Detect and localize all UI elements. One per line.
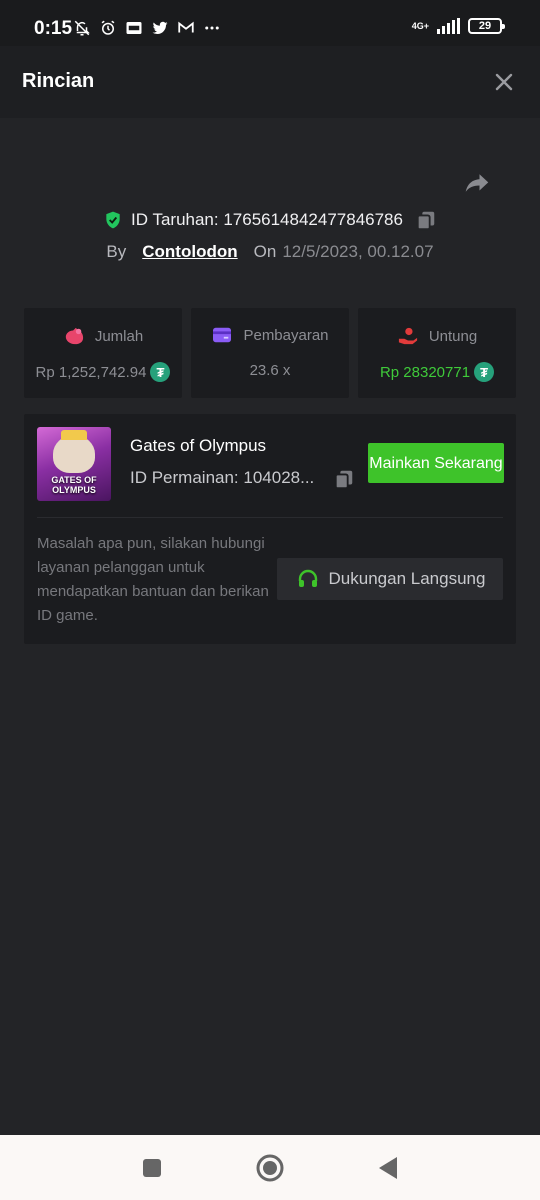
circle-home-icon [256,1154,284,1182]
mail-m-icon [176,18,196,38]
stat-payout-label: Pembayaran [243,326,329,344]
stat-amount-value: Rp 1,252,742.94 [35,363,147,381]
stat-profit-label: Untung [428,327,478,345]
status-bar: 0:15 4G+ 29 [0,0,540,46]
bet-id-label: ID Taruhan: 1765614842477846786 [131,210,403,229]
shield-check-icon [106,211,120,229]
card-icon [213,327,232,343]
status-notifications [72,18,222,38]
copy-bet-id-button[interactable] [415,209,437,231]
back-button[interactable] [373,1153,403,1183]
copy-game-id-button[interactable] [333,468,355,490]
live-support-label: Dukungan Langsung [328,569,486,588]
copy-icon [416,211,435,231]
game-card: GATES OF OLYMPUS Gates of Olympus ID Per… [24,414,516,644]
close-icon [495,73,513,91]
copy-icon [334,470,353,490]
stat-amount: Jumlah Rp 1,252,742.94 ₮ [24,308,182,398]
tether-coin-icon: ₮ [474,362,495,382]
bet-id-row: ID Taruhan: 1765614842477846786 [0,206,540,234]
battery-level: 29 [478,20,492,32]
headset-icon [298,569,317,587]
stat-payout: Pembayaran 23.6 x [191,308,349,398]
game-name: Gates of Olympus [130,436,267,455]
live-support-button[interactable]: Dukungan Langsung [277,558,503,600]
stat-profit: Untung Rp 28320771 ₮ [358,308,516,398]
mute-bell-icon [72,18,92,38]
stat-profit-value: Rp 28320771 [379,363,471,381]
by-label: By [106,242,127,261]
help-text: Masalah apa pun, silakan hubungi layanan… [37,535,269,624]
bet-meta-row: By Contolodon On 12/5/2023, 00.12.07 [0,240,540,264]
share-button[interactable] [462,168,492,198]
status-time: 0:15 [34,18,73,39]
stat-amount-label: Jumlah [94,327,144,345]
bet-date: 12/5/2023, 00.12.07 [282,242,434,261]
on-label: On [253,242,277,261]
home-button[interactable] [255,1153,285,1183]
battery-icon: 29 [468,18,505,34]
thumb-crown [61,430,87,440]
thumb-logo-text: GATES OF OLYMPUS [51,475,97,495]
square-recents-icon [143,1159,161,1177]
triangle-back-icon [379,1157,397,1179]
recents-button[interactable] [137,1153,167,1183]
game-id: ID Permainan: 104028... [130,468,315,487]
system-nav-bar [0,1135,540,1200]
signal-icon [437,18,460,34]
stat-payout-value: 23.6 x [249,362,291,379]
username-link[interactable]: Contolodon [142,242,237,262]
share-icon [465,174,489,192]
app-badge-icon [124,18,144,38]
twitter-icon [150,18,170,38]
divider [37,517,503,518]
close-button[interactable] [492,70,516,94]
play-now-button[interactable]: Mainkan Sekarang [368,443,504,483]
alarm-icon [98,18,118,38]
tether-coin-icon: ₮ [150,362,171,382]
thumb-figure [53,435,95,473]
more-dots-icon [202,18,222,38]
game-thumbnail[interactable]: GATES OF OLYMPUS [37,427,111,501]
money-bag-icon [65,327,83,345]
header: Rincian [0,46,540,118]
status-system: 4G+ 29 [411,18,505,34]
hand-coin-icon [398,327,417,345]
network-type: 4G+ [411,20,429,31]
page-title: Rincian [22,70,95,92]
